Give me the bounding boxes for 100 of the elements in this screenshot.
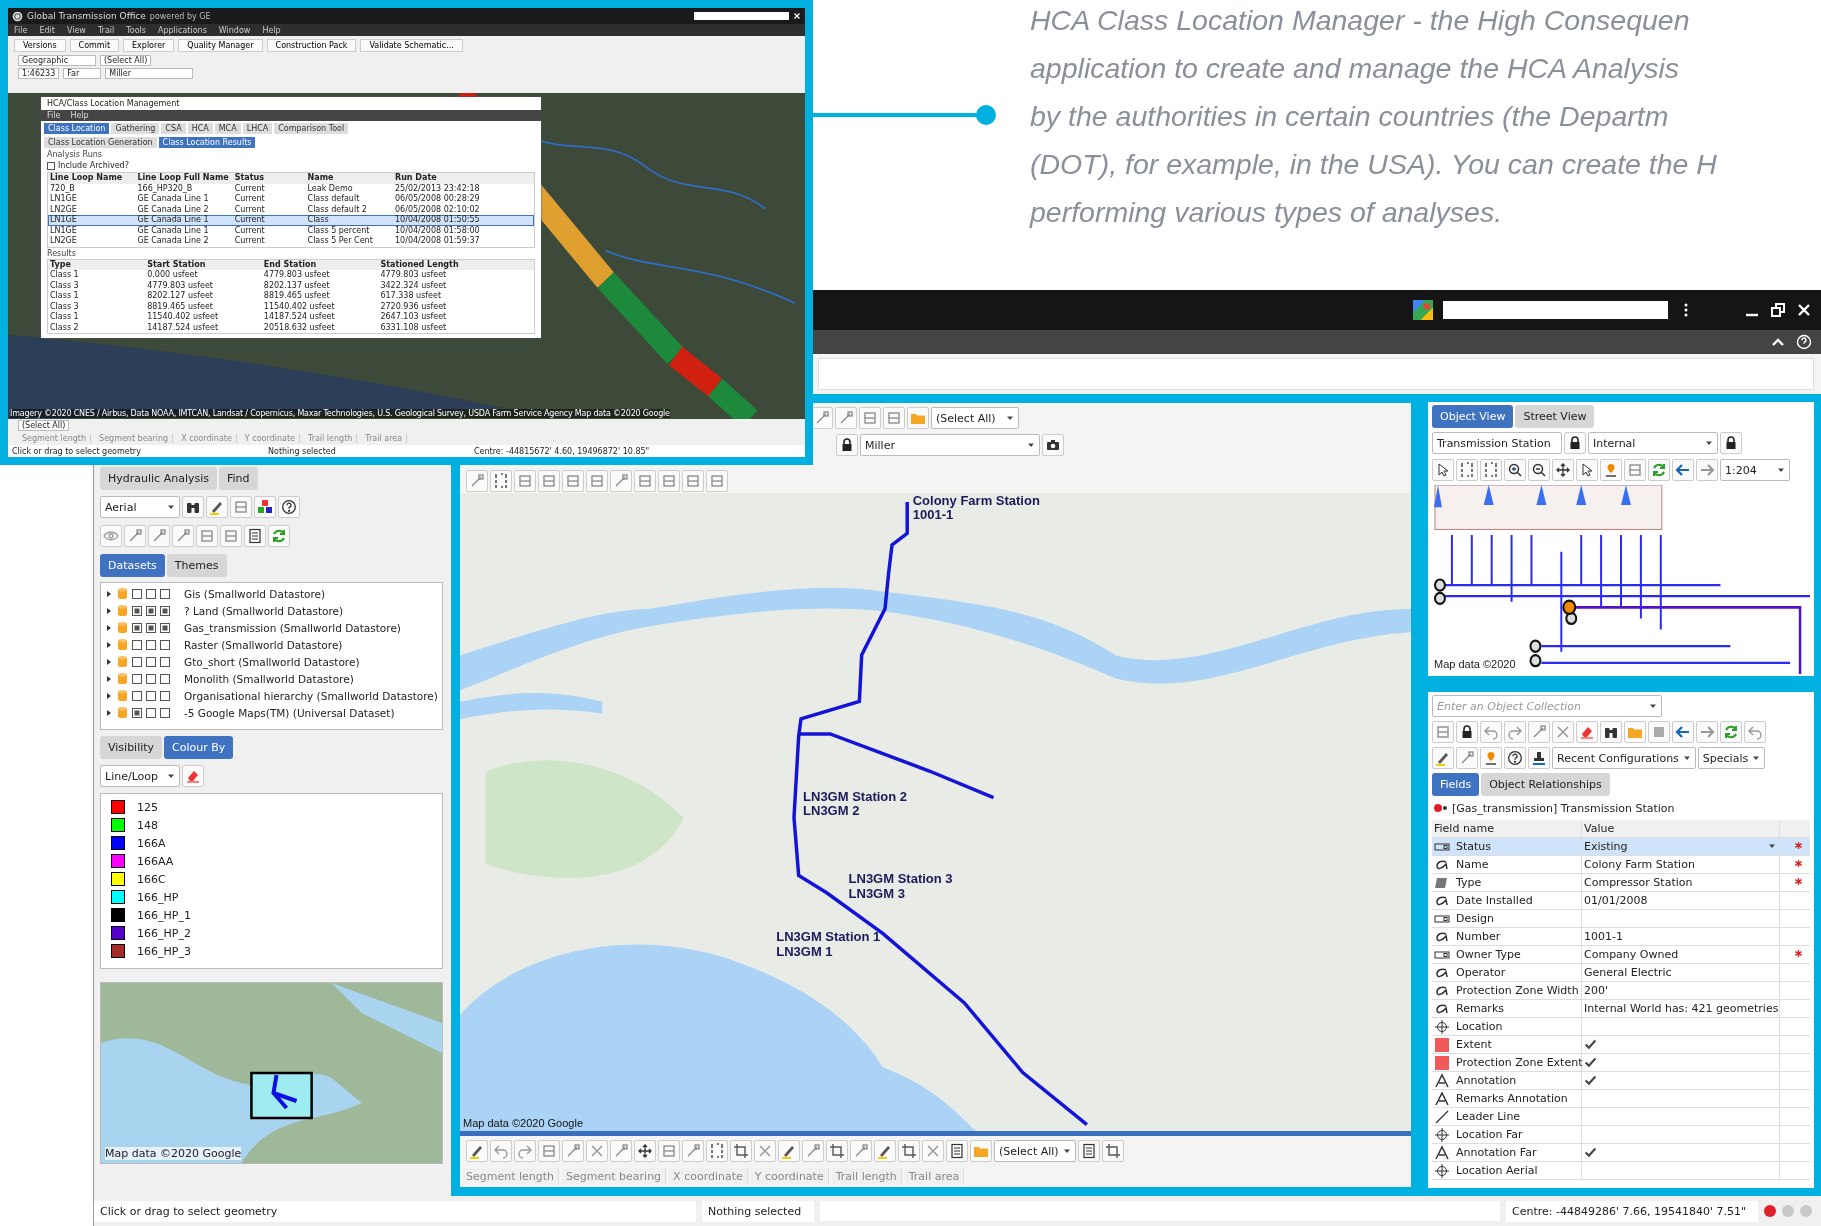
pencil-button[interactable] xyxy=(874,1140,896,1162)
dashed-line-button[interactable] xyxy=(1480,459,1502,481)
column-header[interactable]: Name xyxy=(305,173,393,184)
binoculars-button[interactable] xyxy=(182,496,204,518)
close-icon[interactable] xyxy=(793,12,801,20)
dialog-tab[interactable]: CSA xyxy=(161,123,186,134)
command-field[interactable] xyxy=(818,358,1814,390)
scale-dropdown[interactable]: 1:204 xyxy=(1720,459,1790,481)
table-row[interactable]: LN1GE GE Canada Line 1 Current Class 10/04/2008 01:50:55 xyxy=(48,215,534,226)
field-row[interactable]: Name Colony Farm Station xyxy=(1432,856,1810,874)
pointer-button[interactable] xyxy=(1576,459,1598,481)
arrow-left-button[interactable] xyxy=(1672,721,1694,743)
column-header[interactable]: Status xyxy=(232,173,306,184)
dataset-tab[interactable]: Datasets xyxy=(100,553,165,577)
pan-button[interactable] xyxy=(1552,459,1574,481)
line-tool-button[interactable] xyxy=(610,470,632,492)
view-dropdown[interactable]: Geographic xyxy=(18,55,96,66)
field-row[interactable]: Annotation xyxy=(1432,1072,1810,1090)
dialog-tab[interactable]: HCA xyxy=(187,123,213,134)
visibility-checkbox[interactable] xyxy=(146,707,156,718)
field-row[interactable]: Annotation Far xyxy=(1432,1144,1810,1162)
menu-item[interactable]: File xyxy=(47,111,61,120)
line-tool-button[interactable] xyxy=(172,525,194,547)
line-tool-button[interactable] xyxy=(811,407,833,429)
column-header[interactable]: Stationed Length xyxy=(378,259,534,270)
view-tab[interactable]: Street View xyxy=(1515,404,1595,428)
field-row[interactable]: Location Far xyxy=(1432,1126,1810,1144)
stamp-button[interactable] xyxy=(1528,747,1550,769)
visibility-checkbox[interactable] xyxy=(160,605,170,616)
field-row[interactable]: Date Installed 01/01/2008 xyxy=(1432,892,1810,910)
column-header[interactable]: Line Loop Name xyxy=(48,173,136,184)
column-header[interactable]: Value xyxy=(1582,820,1780,837)
column-header[interactable]: End Station xyxy=(261,259,379,270)
crop-button[interactable] xyxy=(1101,1140,1124,1162)
world-dropdown[interactable]: Internal xyxy=(1588,432,1718,454)
table-row[interactable]: LN2GE GE Canada Line 2 Current Class 5 Per Cent 10/04/2008 01:59:37 xyxy=(48,236,534,247)
dashed-line-button[interactable] xyxy=(1456,459,1478,481)
line-tool-button[interactable] xyxy=(466,470,488,492)
visibility-checkbox[interactable] xyxy=(160,690,170,701)
toolbar-button[interactable]: Explorer xyxy=(123,38,175,52)
menu-item[interactable]: View xyxy=(66,25,86,35)
menu-item[interactable]: Help xyxy=(262,25,281,35)
dataset-name[interactable]: Raster (Smallworld Datastore) xyxy=(184,638,343,651)
lock-button[interactable] xyxy=(836,434,858,456)
dataset-name[interactable]: ? Land (Smallworld Datastore) xyxy=(184,604,344,617)
specials-dropdown[interactable]: Specials xyxy=(1697,747,1766,769)
collection-field[interactable]: Transmission Station xyxy=(1432,432,1562,454)
visibility-checkbox[interactable] xyxy=(146,673,156,684)
dashed-line-button[interactable] xyxy=(490,470,512,492)
visibility-checkbox[interactable] xyxy=(132,673,142,684)
help-icon[interactable] xyxy=(1796,334,1812,350)
colour-by-dropdown[interactable]: Line/Loop xyxy=(100,765,180,787)
selection-dropdown[interactable]: (Select All) xyxy=(100,55,152,66)
line-tool-button[interactable] xyxy=(835,407,857,429)
style-tab[interactable]: Visibility xyxy=(100,735,163,759)
visibility-checkbox[interactable] xyxy=(146,605,156,616)
table-row[interactable]: LN1GE GE Canada Line 1 Current Class 5 percent 10/04/2008 01:58:00 xyxy=(48,225,534,236)
visibility-checkbox[interactable] xyxy=(132,639,142,650)
pan-button[interactable] xyxy=(634,1140,656,1162)
binoculars-button[interactable] xyxy=(1600,721,1622,743)
map-pin-button[interactable] xyxy=(1600,459,1622,481)
help-button[interactable] xyxy=(278,496,300,518)
field-row[interactable]: Owner Type Company Owned xyxy=(1432,946,1810,964)
menu-item[interactable]: Window xyxy=(218,25,251,35)
column-header[interactable]: Run Date xyxy=(393,173,534,184)
editor-tab[interactable]: Object Relationships xyxy=(1481,772,1610,796)
visibility-checkbox[interactable] xyxy=(146,690,156,701)
field-row[interactable]: Operator General Electric xyxy=(1432,964,1810,982)
pencil-button[interactable] xyxy=(206,496,228,518)
cross-button[interactable] xyxy=(586,1140,608,1162)
visibility-checkbox[interactable] xyxy=(160,656,170,667)
field-row[interactable]: Remarks Annotation xyxy=(1432,1090,1810,1108)
selection-dropdown[interactable]: (Select All) xyxy=(994,1140,1076,1162)
dataset-name[interactable]: Gas_transmission (Smallworld Datastore) xyxy=(184,621,401,634)
table-row[interactable]: LN1GE GE Canada Line 1 Current Class default 06/05/2008 00:28:29 xyxy=(48,194,534,205)
field-row[interactable]: Number 1001-1 xyxy=(1432,928,1810,946)
visibility-checkbox[interactable] xyxy=(146,588,156,599)
field-row[interactable]: Type Compressor Station xyxy=(1432,874,1810,892)
eye-button[interactable] xyxy=(100,525,122,547)
field-row[interactable]: Protection Zone Width 200' xyxy=(1432,982,1810,1000)
pencil-button[interactable] xyxy=(1432,747,1454,769)
arrow-right-button[interactable] xyxy=(1696,459,1718,481)
crop-button[interactable] xyxy=(730,1140,752,1162)
results-tab[interactable]: Class Location Results xyxy=(158,137,256,148)
cubes-button[interactable] xyxy=(254,496,276,518)
panel-tab[interactable]: Hydraulic Analysis xyxy=(100,466,217,490)
panel-tab[interactable]: Find xyxy=(219,466,258,490)
table-row[interactable]: 720_B 166_HP320_B Current Leak Demo 25/02/2013 23:42:18 xyxy=(48,183,534,194)
toolbar-button[interactable]: Validate Schematic... xyxy=(360,38,463,52)
line-tool-button[interactable] xyxy=(124,525,146,547)
menu-item[interactable]: Edit xyxy=(39,25,55,35)
line-tool-button[interactable] xyxy=(148,525,170,547)
document-button[interactable] xyxy=(946,1140,968,1162)
toolbar-button[interactable]: Construction Pack xyxy=(266,38,357,52)
menu-item[interactable]: Help xyxy=(70,111,89,120)
dataset-name[interactable]: Gto_short (Smallworld Datastore) xyxy=(184,655,360,668)
visibility-checkbox[interactable] xyxy=(146,622,156,633)
zoom-in-button[interactable] xyxy=(1504,459,1526,481)
visibility-checkbox[interactable] xyxy=(132,707,142,718)
visibility-checkbox[interactable] xyxy=(160,707,170,718)
